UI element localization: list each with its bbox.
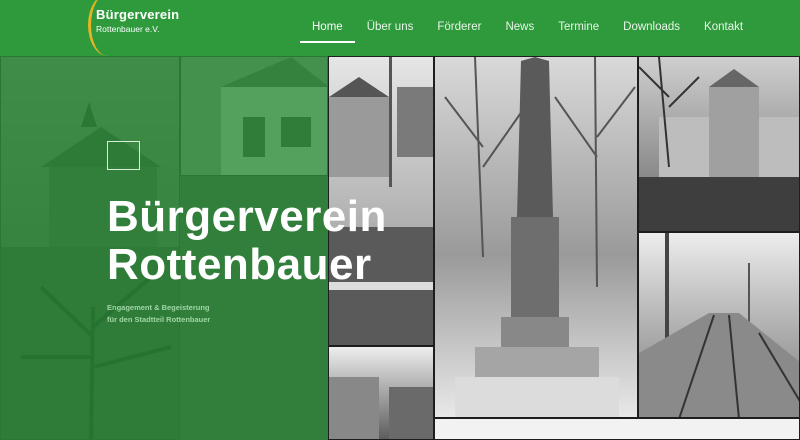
site-logo[interactable]: Bürgerverein Rottenbauer e.V. [88, 0, 198, 56]
hero-square-icon [107, 141, 140, 170]
castle-illustration [639, 57, 799, 231]
nav-ueber-uns[interactable]: Über uns [355, 0, 426, 56]
photo-castle [638, 56, 800, 232]
hero-title-line2: Rottenbauer [107, 240, 372, 289]
tracks-illustration [639, 233, 799, 417]
logo-subtitle: Rottenbauer e.V. [96, 24, 160, 34]
hero-title: Bürgerverein Rottenbauer [107, 193, 387, 289]
photo-village-street [328, 346, 434, 440]
nav-foerderer[interactable]: Förderer [425, 0, 493, 56]
nav-termine[interactable]: Termine [546, 0, 611, 56]
hero-title-line1: Bürgerverein [107, 192, 387, 241]
nav-kontakt[interactable]: Kontakt [692, 0, 755, 56]
logo-name: Bürgerverein [96, 7, 180, 22]
hero-subtitle-line2: für den Stadtteil Rottenbauer [107, 315, 211, 324]
main-nav: Home Über uns Förderer News Termine Down… [300, 0, 755, 56]
memorial-illustration [444, 57, 636, 417]
hero-subtitle-line1: Engagement & Begeisterung [107, 303, 210, 312]
hero-subtitle: Engagement & Begeisterung für den Stadtt… [107, 302, 210, 326]
nav-news[interactable]: News [493, 0, 546, 56]
site-header: Bürgerverein Rottenbauer e.V. Home Über … [0, 0, 800, 56]
photo-sketch [434, 418, 800, 440]
photo-war-memorial [434, 56, 638, 418]
photo-tram-tracks [638, 232, 800, 418]
nav-downloads[interactable]: Downloads [611, 0, 692, 56]
nav-home[interactable]: Home [300, 0, 355, 56]
village-illustration [329, 377, 433, 439]
